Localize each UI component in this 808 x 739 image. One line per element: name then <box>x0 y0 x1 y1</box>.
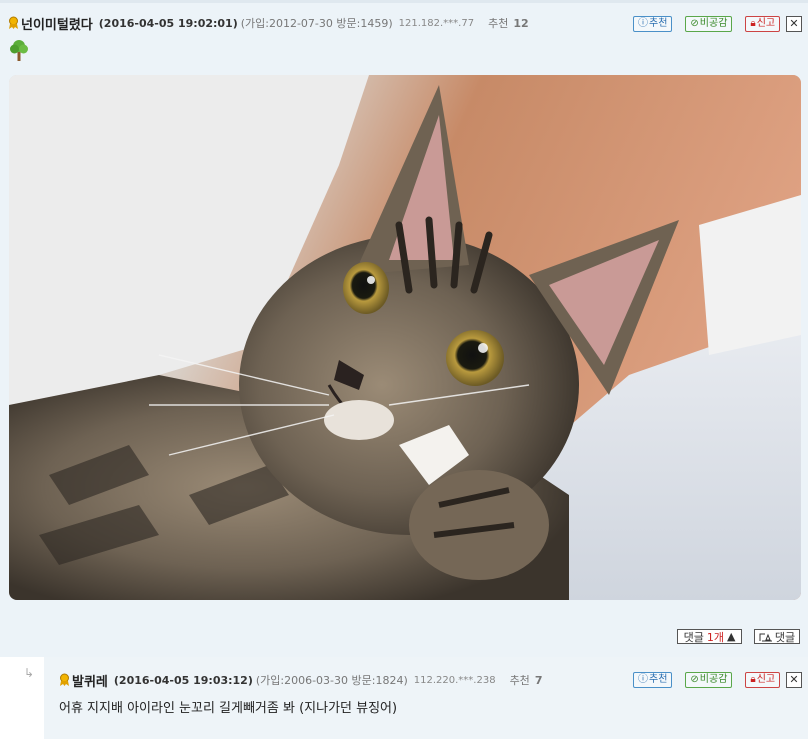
reply-report-button[interactable]: 🔒︎ 신고 <box>745 672 781 688</box>
reply-close-button[interactable]: ✕ <box>786 672 802 688</box>
recommend-icon: ⓘ <box>638 674 648 685</box>
tree-icon <box>10 40 28 61</box>
reply-actions: ⓘ 추천 ⊘ 비공감 🔒︎ 신고 <box>633 672 781 688</box>
recommend-label: 추천 <box>488 17 509 30</box>
reply-not-agree-button[interactable]: ⊘ 비공감 <box>685 672 733 688</box>
write-reply-icon <box>759 633 772 641</box>
not-agree-icon: ⊘ <box>690 18 699 29</box>
reply-author-ip: 112.220.***.238 <box>413 674 496 686</box>
lock-icon: 🔒︎ <box>750 18 756 29</box>
report-button[interactable]: 🔒︎ 신고 <box>745 16 781 32</box>
comment-header: 넌이미털렸다 (2016-04-05 19:02:01) (가입:2012-07… <box>8 14 529 33</box>
medal-icon <box>9 16 18 29</box>
reply-author-nickname[interactable]: 발퀴레 <box>72 671 108 690</box>
reply-arrow-icon: ↳ <box>24 666 35 680</box>
recommend-icon: ⓘ <box>638 18 648 29</box>
medal-icon <box>60 673 69 686</box>
not-agree-button[interactable]: ⊘ 비공감 <box>685 16 733 32</box>
close-button[interactable]: ✕ <box>786 16 802 32</box>
reply-recommend-count: 7 <box>534 673 543 687</box>
reply-author-meta: (가입:2006-03-30 방문:1824) <box>255 674 408 687</box>
top-border <box>0 0 808 3</box>
reply-gutter <box>0 657 44 739</box>
recommend-count: 12 <box>513 16 529 30</box>
reply-count: 1개 <box>706 630 724 644</box>
write-reply-button[interactable]: 댓글 <box>754 629 800 644</box>
kitten-photo <box>9 75 801 600</box>
reply-toggle-button[interactable]: 댓글 1개 ▲ <box>677 629 742 644</box>
not-agree-icon: ⊘ <box>690 674 699 685</box>
recommend-button[interactable]: ⓘ 추천 <box>633 16 673 32</box>
author-ip: 121.182.***.77 <box>398 17 475 29</box>
reply-header: 발퀴레 (2016-04-05 19:03:12) (가입:2006-03-30… <box>59 671 543 690</box>
lock-icon: 🔒︎ <box>750 674 756 685</box>
author-meta: (가입:2012-07-30 방문:1459) <box>240 17 393 30</box>
author-nickname[interactable]: 넌이미털렸다 <box>21 14 93 33</box>
reply-recommend-label: 추천 <box>509 674 530 687</box>
caret-up-icon: ▲ <box>726 630 736 643</box>
comment-actions: ⓘ 추천 ⊘ 비공감 🔒︎ 신고 <box>633 16 781 32</box>
comment-date: (2016-04-05 19:02:01) <box>98 16 238 30</box>
reply-date: (2016-04-05 19:03:12) <box>113 673 253 687</box>
reply-text: 어휴 지지배 아이라인 눈꼬리 길게빼거좀 봐 (지나가던 뷰징어) <box>59 701 398 716</box>
reply-recommend-button[interactable]: ⓘ 추천 <box>633 672 673 688</box>
kitten-image <box>9 75 801 600</box>
